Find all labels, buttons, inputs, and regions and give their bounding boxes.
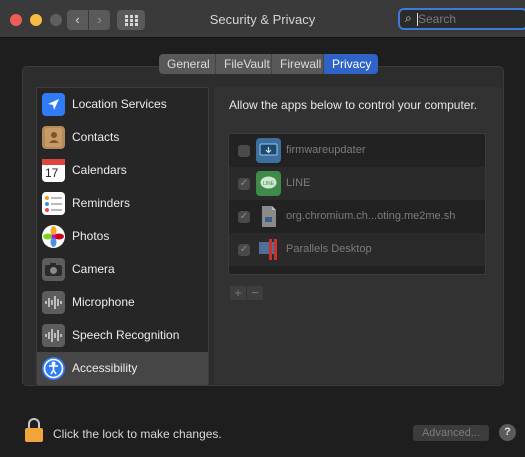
sidebar-item-label: Contacts [72,130,120,144]
help-button[interactable]: ? [499,424,516,441]
sidebar-item-accessibility[interactable]: Accessibility [37,352,208,385]
list-item[interactable]: ✓ Parallels Desktop [229,233,485,266]
accessibility-icon [42,357,65,380]
app-name: Parallels Desktop [286,243,372,255]
tab-privacy[interactable]: Privacy [324,54,378,74]
app-checkbox[interactable]: ✓ [238,211,250,223]
privacy-category-list: Location Services Contacts 17 Calendars … [36,87,209,385]
lock-status-text: Click the lock to make changes. [53,427,222,441]
sidebar-item-label: Calendars [72,163,127,177]
sidebar-item-speech-recognition[interactable]: Speech Recognition [37,319,208,352]
sidebar-item-calendars[interactable]: 17 Calendars [37,154,208,187]
calendar-day: 17 [45,166,59,180]
lock-body [25,428,43,442]
sidebar-item-location-services[interactable]: Location Services [37,88,208,121]
parallels-desktop-icon [256,237,281,262]
photos-flower-icon [42,225,65,248]
remove-app-button[interactable]: − [247,286,263,300]
advanced-button[interactable]: Advanced... [413,425,489,441]
app-checkbox[interactable]: ✓ [238,244,250,256]
script-file-icon [256,204,281,229]
list-item[interactable]: ✓ LINE LINE [229,167,485,200]
sidebar-item-contacts[interactable]: Contacts [37,121,208,154]
line-app-icon: LINE [256,171,281,196]
add-app-button[interactable]: + [230,286,246,300]
list-item[interactable]: firmwareupdater [229,134,485,167]
contacts-book-icon [42,126,65,149]
camera-icon [42,258,65,281]
sidebar-item-label: Location Services [72,97,167,111]
sidebar-item-microphone[interactable]: Microphone [37,286,208,319]
speech-waveform-icon [42,324,65,347]
tab-firewall[interactable]: Firewall [272,54,324,74]
tab-general[interactable]: General [159,54,216,74]
sidebar-item-label: Photos [72,229,110,243]
search-icon: ⌕ [405,11,412,25]
sidebar-item-camera[interactable]: Camera [37,253,208,286]
firmware-updater-icon [256,138,281,163]
sidebar-item-label: Reminders [72,196,131,210]
microphone-waveform-icon [42,291,65,314]
title-bar: ‹ › Security & Privacy ⌕ Search [0,0,525,38]
app-name: LINE [286,177,311,189]
tab-bar: General FileVault Firewall Privacy [159,54,378,74]
sidebar-item-label: Accessibility [72,361,138,375]
app-name: firmwareupdater [286,144,366,156]
reminders-list-icon [42,192,65,215]
tab-filevault[interactable]: FileVault [216,54,272,74]
app-checkbox[interactable] [238,145,250,157]
sidebar-item-label: Camera [72,262,115,276]
app-list: firmwareupdater ✓ LINE LINE ✓ org.chromi… [228,133,486,275]
lock-icon[interactable] [25,418,43,442]
sidebar-item-reminders[interactable]: Reminders [37,187,208,220]
sidebar-item-photos[interactable]: Photos [37,220,208,253]
search-field[interactable]: ⌕ Search [398,8,525,30]
calendar-icon: 17 [42,159,65,182]
panel-instruction: Allow the apps below to control your com… [229,98,478,112]
svg-text:LINE: LINE [263,181,275,187]
app-checkbox[interactable]: ✓ [238,178,250,190]
search-placeholder: Search [418,12,457,26]
app-name: org.chromium.ch...oting.me2me.sh [286,210,456,222]
location-arrow-icon [42,93,65,116]
sidebar-item-label: Microphone [72,295,135,309]
list-item[interactable]: ✓ org.chromium.ch...oting.me2me.sh [229,200,485,233]
sidebar-item-label: Speech Recognition [72,328,180,342]
